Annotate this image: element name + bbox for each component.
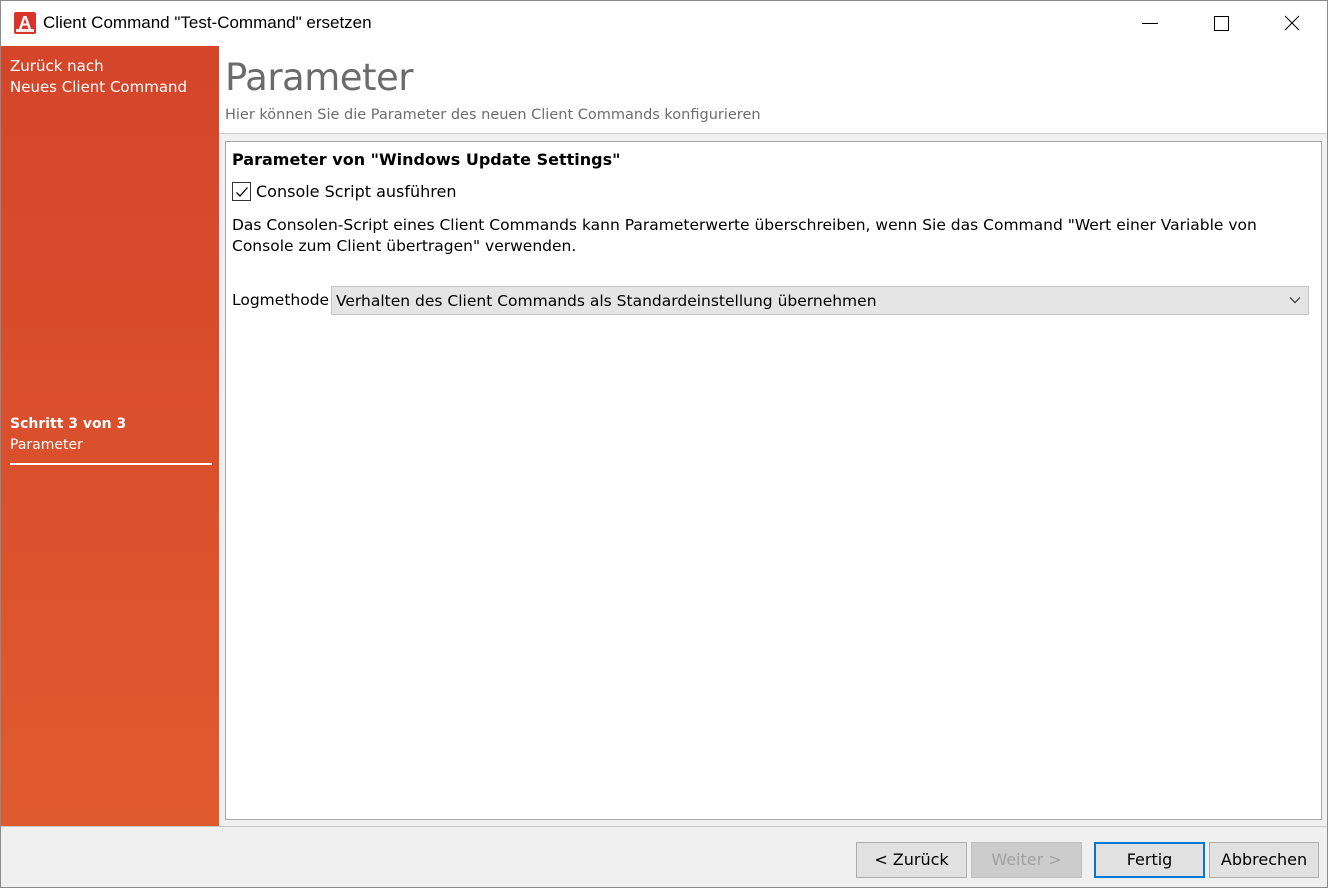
parameter-panel: Parameter von "Windows Update Settings" … <box>225 141 1322 820</box>
minimize-button[interactable] <box>1115 1 1185 46</box>
logmethod-dropdown[interactable]: Verhalten des Client Commands als Standa… <box>331 286 1309 315</box>
wizard-sidebar: Zurück nach Neues Client Command Schritt… <box>1 46 219 826</box>
back-link-line1: Zurück nach <box>10 57 104 75</box>
dialog-window: A Client Command "Test-Command" ersetzen… <box>0 0 1328 888</box>
console-script-label[interactable]: Console Script ausführen <box>256 182 457 201</box>
logmethod-selected-value: Verhalten des Client Commands als Standa… <box>336 292 877 310</box>
close-icon <box>1284 15 1300 31</box>
wizard-footer: < Zurück Weiter > Fertig Abbrechen <box>1 826 1327 887</box>
page-header: Parameter Hier können Sie die Parameter … <box>219 46 1327 134</box>
maximize-icon <box>1214 16 1229 31</box>
content-area: Parameter von "Windows Update Settings" … <box>219 135 1327 826</box>
step-counter: Schritt 3 von 3 <box>10 416 127 432</box>
page-subtitle: Hier können Sie die Parameter des neuen … <box>225 107 761 123</box>
app-logo-letter: A <box>18 13 32 33</box>
page-title: Parameter <box>225 56 414 99</box>
back-link-line2: Neues Client Command <box>10 78 188 96</box>
current-step-name: Parameter <box>10 437 83 453</box>
minimize-icon <box>1142 23 1158 24</box>
logmethod-label: Logmethode <box>232 291 330 309</box>
app-logo-icon: A <box>14 12 36 34</box>
maximize-button[interactable] <box>1186 1 1256 46</box>
cancel-button[interactable]: Abbrechen <box>1209 842 1319 878</box>
next-button[interactable]: Weiter > <box>971 842 1082 878</box>
checkmark-icon <box>236 187 248 197</box>
description-text: Das Consolen-Script eines Client Command… <box>232 216 1257 255</box>
panel-heading: Parameter von "Windows Update Settings" <box>232 150 621 169</box>
title-bar: A Client Command "Test-Command" ersetzen <box>1 1 1327 46</box>
finish-button[interactable]: Fertig <box>1094 842 1205 878</box>
close-button[interactable] <box>1257 1 1327 46</box>
chevron-down-icon <box>1289 297 1301 304</box>
back-to-previous-link[interactable]: Zurück nach Neues Client Command <box>10 56 210 98</box>
back-button[interactable]: < Zurück <box>856 842 967 878</box>
console-script-checkbox[interactable] <box>232 182 251 201</box>
step-underline-divider <box>10 463 212 465</box>
window-title: Client Command "Test-Command" ersetzen <box>43 13 372 32</box>
